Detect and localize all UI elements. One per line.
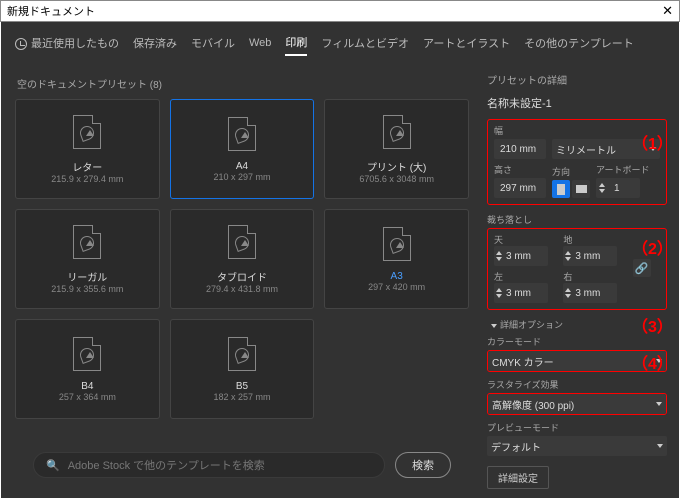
preset-a4[interactable]: A4210 x 297 mm — [170, 99, 315, 199]
preset-name-field[interactable]: 名称未設定-1 — [487, 95, 667, 111]
orientation-portrait[interactable] — [552, 180, 570, 198]
preview-select[interactable]: デフォルト — [487, 436, 667, 456]
chevron-down-icon — [657, 444, 663, 448]
tab-web[interactable]: Web — [249, 33, 271, 53]
bleed-right[interactable]: 3 mm — [563, 283, 617, 303]
artboard-count[interactable]: 1 — [596, 178, 640, 198]
category-tabs: 最近使用したもの 保存済み モバイル Web 印刷 フィルムとビデオ アートとイ… — [1, 22, 679, 64]
raster-select[interactable]: 高解像度 (300 ppi) — [488, 394, 666, 414]
tab-mobile[interactable]: モバイル — [191, 31, 235, 55]
preset-print-large[interactable]: プリント (大)6705.6 x 3048 mm — [324, 99, 469, 199]
close-icon[interactable]: ✕ — [662, 3, 673, 19]
window-title: 新規ドキュメント — [7, 3, 95, 19]
preset-b4[interactable]: B4257 x 364 mm — [15, 319, 160, 419]
bleed-top[interactable]: 3 mm — [494, 246, 548, 266]
search-button[interactable]: 検索 — [395, 452, 451, 478]
bleed-left[interactable]: 3 mm — [494, 283, 548, 303]
chevron-down-icon — [491, 324, 497, 328]
bleed-title: 裁ち落とし — [487, 213, 667, 226]
height-input[interactable] — [494, 178, 546, 198]
link-bleed-icon[interactable]: 🔗 — [633, 259, 651, 277]
preset-b5[interactable]: B5182 x 257 mm — [170, 319, 315, 419]
preset-a3[interactable]: A3297 x 420 mm — [324, 209, 469, 309]
callout-2: （2） — [632, 235, 673, 259]
preset-legal[interactable]: リーガル215.9 x 355.6 mm — [15, 209, 160, 309]
orientation-landscape[interactable] — [572, 180, 590, 198]
bleed-bottom[interactable]: 3 mm — [563, 246, 617, 266]
tab-art[interactable]: アートとイラスト — [423, 31, 510, 55]
chevron-down-icon — [656, 402, 662, 406]
tab-film[interactable]: フィルムとビデオ — [321, 31, 409, 55]
stock-search-input[interactable]: 🔍 Adobe Stock で他のテンプレートを検索 — [33, 452, 385, 478]
tab-print[interactable]: 印刷 — [285, 30, 307, 56]
preset-tabloid[interactable]: タブロイド279.4 x 431.8 mm — [170, 209, 315, 309]
search-icon: 🔍 — [46, 459, 60, 472]
callout-1: （1） — [632, 130, 673, 154]
callout-4: （4） — [632, 350, 673, 374]
new-document-dialog: 新規ドキュメント ✕ 最近使用したもの 保存済み モバイル Web 印刷 フィル… — [0, 0, 680, 500]
tab-recent[interactable]: 最近使用したもの — [15, 31, 119, 55]
advanced-settings-button[interactable]: 詳細設定 — [487, 466, 549, 489]
clock-icon — [15, 38, 27, 50]
preset-letter[interactable]: レター215.9 x 279.4 mm — [15, 99, 160, 199]
tab-saved[interactable]: 保存済み — [133, 31, 177, 55]
presets-heading: 空のドキュメントプリセット (8) — [17, 76, 469, 91]
tab-other[interactable]: その他のテンプレート — [524, 31, 634, 55]
callout-3: （3） — [632, 313, 673, 337]
titlebar: 新規ドキュメント ✕ — [0, 0, 680, 22]
width-input[interactable] — [494, 139, 546, 159]
detail-title: プリセットの詳細 — [487, 72, 667, 87]
